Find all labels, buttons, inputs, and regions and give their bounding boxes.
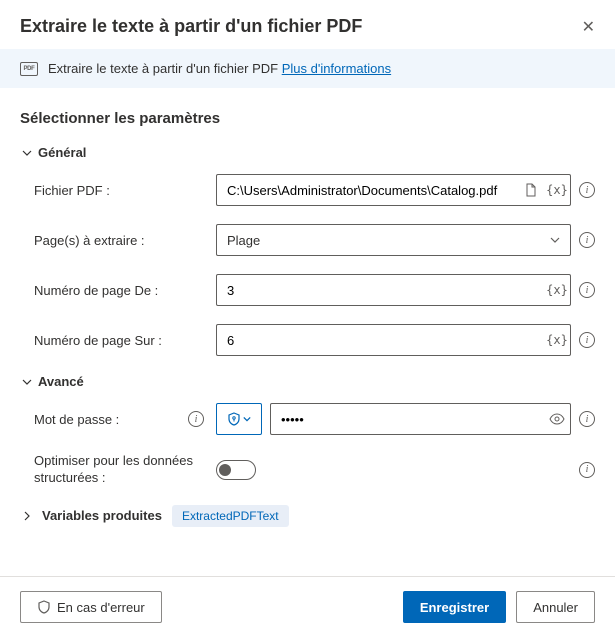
dialog-title: Extraire le texte à partir d'un fichier … xyxy=(20,16,362,37)
variable-picker-icon[interactable]: {x} xyxy=(544,283,570,297)
variables-label: Variables produites xyxy=(42,508,162,523)
row-page-from: Numéro de page De : {x} i xyxy=(20,274,595,306)
close-icon[interactable]: ✕ xyxy=(582,17,595,37)
group-general[interactable]: Général xyxy=(22,145,595,160)
toggle-knob xyxy=(219,464,231,476)
variable-picker-icon[interactable]: {x} xyxy=(544,333,570,347)
chevron-right-icon xyxy=(22,511,32,521)
dialog-header: Extraire le texte à partir d'un fichier … xyxy=(0,0,615,49)
credential-picker[interactable] xyxy=(216,403,262,435)
password-label: Mot de passe : i xyxy=(34,411,216,427)
password-input[interactable] xyxy=(271,404,544,434)
page-to-input-wrap: {x} xyxy=(216,324,571,356)
page-to-label: Numéro de page Sur : xyxy=(34,333,216,348)
optimize-label: Optimiser pour les données structurées : xyxy=(34,453,216,487)
info-icon[interactable]: i xyxy=(579,232,595,248)
info-icon[interactable]: i xyxy=(579,182,595,198)
optimize-toggle[interactable] xyxy=(216,460,256,480)
password-input-wrap xyxy=(270,403,571,435)
group-advanced[interactable]: Avancé xyxy=(22,374,595,389)
pdf-file-input-wrap: {x} xyxy=(216,174,571,206)
chevron-down-icon xyxy=(22,148,32,158)
eye-icon[interactable] xyxy=(544,411,570,427)
chevron-down-icon xyxy=(550,235,560,245)
info-icon[interactable]: i xyxy=(188,411,204,427)
variables-row[interactable]: Variables produites ExtractedPDFText xyxy=(20,505,595,527)
page-to-input[interactable] xyxy=(217,325,544,355)
info-icon[interactable]: i xyxy=(579,411,595,427)
shield-icon xyxy=(227,412,241,426)
row-pdf-file: Fichier PDF : {x} i xyxy=(20,174,595,206)
dialog-footer: En cas d'erreur Enregistrer Annuler xyxy=(0,576,615,637)
row-page-to: Numéro de page Sur : {x} i xyxy=(20,324,595,356)
banner-text: Extraire le texte à partir d'un fichier … xyxy=(48,61,391,76)
shield-icon xyxy=(37,600,51,614)
page-from-label: Numéro de page De : xyxy=(34,283,216,298)
pdf-icon: PDF xyxy=(20,62,38,76)
pdf-file-input[interactable] xyxy=(217,175,518,205)
row-pages: Page(s) à extraire : Plage i xyxy=(20,224,595,256)
pages-select[interactable]: Plage xyxy=(216,224,571,256)
variable-pill[interactable]: ExtractedPDFText xyxy=(172,505,289,527)
content-area: Sélectionner les paramètres Général Fich… xyxy=(0,88,615,527)
page-from-input[interactable] xyxy=(217,275,544,305)
pages-label: Page(s) à extraire : xyxy=(34,233,216,248)
variable-picker-icon[interactable]: {x} xyxy=(544,183,570,197)
save-button[interactable]: Enregistrer xyxy=(403,591,506,623)
chevron-down-icon xyxy=(22,377,32,387)
info-icon[interactable]: i xyxy=(579,332,595,348)
section-title: Sélectionner les paramètres xyxy=(20,110,595,127)
more-info-link[interactable]: Plus d'informations xyxy=(282,61,391,76)
file-picker-icon[interactable] xyxy=(518,183,544,197)
page-from-input-wrap: {x} xyxy=(216,274,571,306)
cancel-button[interactable]: Annuler xyxy=(516,591,595,623)
row-password: Mot de passe : i i xyxy=(20,403,595,435)
info-banner: PDF Extraire le texte à partir d'un fich… xyxy=(0,49,615,88)
info-icon[interactable]: i xyxy=(579,282,595,298)
chevron-down-icon xyxy=(243,415,251,423)
info-icon[interactable]: i xyxy=(579,462,595,478)
on-error-button[interactable]: En cas d'erreur xyxy=(20,591,162,623)
pdf-file-label: Fichier PDF : xyxy=(34,183,216,198)
row-optimize: Optimiser pour les données structurées :… xyxy=(20,453,595,487)
